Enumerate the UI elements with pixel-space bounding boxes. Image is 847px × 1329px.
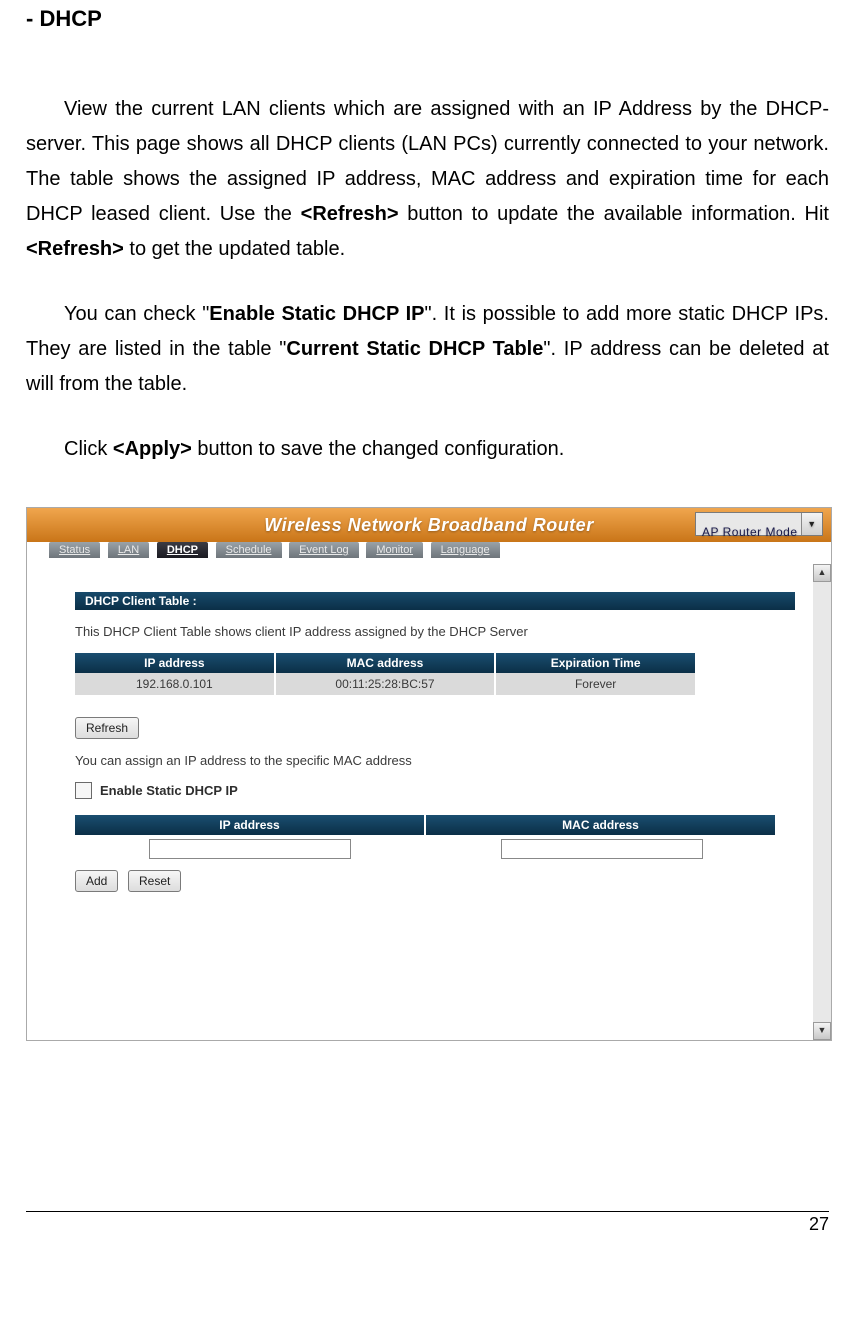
cell-ip: 192.168.0.101 bbox=[75, 673, 276, 695]
client-table-header: IP address MAC address Expiration Time bbox=[75, 653, 695, 673]
text: to get the updated table. bbox=[124, 238, 345, 260]
enable-static-label: Enable Static DHCP IP bbox=[100, 783, 238, 798]
router-screenshot: Wireless Network Broadband Router AP Rou… bbox=[26, 507, 832, 1041]
router-title-bar: Wireless Network Broadband Router AP Rou… bbox=[27, 508, 831, 542]
text-bold: <Apply> bbox=[113, 438, 192, 460]
text: You can check " bbox=[64, 303, 209, 325]
text-bold: Current Static DHCP Table bbox=[286, 338, 543, 360]
tab-monitor[interactable]: Monitor bbox=[366, 542, 423, 558]
tab-lan[interactable]: LAN bbox=[108, 542, 149, 558]
tab-bar: Status LAN DHCP Schedule Event Log Monit… bbox=[27, 542, 831, 564]
page-number: 27 bbox=[0, 1212, 847, 1251]
tab-language[interactable]: Language bbox=[431, 542, 500, 558]
static-ip-input[interactable] bbox=[149, 839, 351, 859]
col-ip-header: IP address bbox=[75, 653, 276, 673]
router-title: Wireless Network Broadband Router bbox=[264, 515, 593, 535]
paragraph-1: View the current LAN clients which are a… bbox=[26, 92, 829, 267]
cell-mac: 00:11:25:28:BC:57 bbox=[276, 673, 497, 695]
section-bar: DHCP Client Table : bbox=[75, 592, 795, 610]
static-col-mac: MAC address bbox=[426, 815, 775, 835]
chevron-down-icon[interactable]: ▼ bbox=[801, 513, 822, 535]
scrollbar[interactable]: ▲ ▼ bbox=[813, 564, 831, 1040]
tab-status[interactable]: Status bbox=[49, 542, 100, 558]
section-description: This DHCP Client Table shows client IP a… bbox=[75, 624, 783, 639]
refresh-button[interactable]: Refresh bbox=[75, 717, 139, 739]
add-button[interactable]: Add bbox=[75, 870, 118, 892]
paragraph-3: Click <Apply> button to save the changed… bbox=[26, 432, 829, 467]
tab-dhcp[interactable]: DHCP bbox=[157, 542, 208, 558]
table-row: 192.168.0.101 00:11:25:28:BC:57 Forever bbox=[75, 673, 695, 695]
col-mac-header: MAC address bbox=[276, 653, 497, 673]
scroll-up-icon[interactable]: ▲ bbox=[813, 564, 831, 582]
enable-static-checkbox[interactable] bbox=[75, 782, 92, 799]
assign-description: You can assign an IP address to the spec… bbox=[75, 753, 783, 768]
text: button to save the changed configuration… bbox=[192, 438, 565, 460]
text-bold: <Refresh> bbox=[301, 203, 399, 225]
static-mac-input[interactable] bbox=[501, 839, 703, 859]
paragraph-2: You can check "Enable Static DHCP IP". I… bbox=[26, 297, 829, 402]
col-exp-header: Expiration Time bbox=[496, 653, 695, 673]
tab-schedule[interactable]: Schedule bbox=[216, 542, 282, 558]
cell-exp: Forever bbox=[496, 673, 695, 695]
text-bold: <Refresh> bbox=[26, 238, 124, 260]
static-table-header: IP address MAC address bbox=[75, 815, 775, 835]
enable-static-row: Enable Static DHCP IP bbox=[75, 782, 783, 799]
text: button to update the available informati… bbox=[399, 203, 829, 225]
text: Click bbox=[64, 438, 113, 460]
text-bold: Enable Static DHCP IP bbox=[209, 303, 424, 325]
static-input-row bbox=[75, 835, 775, 870]
tab-event-log[interactable]: Event Log bbox=[289, 542, 359, 558]
section-heading: - DHCP bbox=[26, 6, 829, 32]
scroll-down-icon[interactable]: ▼ bbox=[813, 1022, 831, 1040]
reset-button[interactable]: Reset bbox=[128, 870, 181, 892]
router-body: ▲ ▼ DHCP Client Table : This DHCP Client… bbox=[27, 564, 831, 1040]
static-col-ip: IP address bbox=[75, 815, 426, 835]
